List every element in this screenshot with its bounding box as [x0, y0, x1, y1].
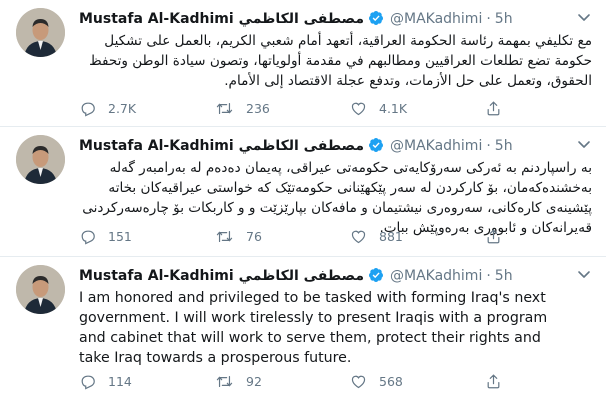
author-handle[interactable]: @MAKadhimi	[390, 11, 482, 27]
reply-button[interactable]: 2.7K	[79, 98, 136, 118]
share-button[interactable]	[485, 371, 514, 391]
reply-button[interactable]: 114	[79, 371, 132, 391]
reply-icon	[81, 102, 95, 117]
verified-badge-icon	[368, 137, 384, 159]
author-name[interactable]: Mustafa Al-Kadhimi مصطفى الكاظمي	[79, 11, 364, 27]
timestamp[interactable]: 5h	[495, 11, 513, 27]
tweet-header: Mustafa Al-Kadhimi مصطفى الكاظمي @MAKadhi…	[79, 136, 596, 156]
author-name[interactable]: Mustafa Al-Kadhimi مصطفى الكاظمي	[79, 138, 364, 154]
share-icon	[487, 229, 500, 243]
like-button[interactable]: 881	[350, 226, 403, 246]
like-icon	[351, 102, 366, 115]
author-handle[interactable]: @MAKadhimi	[390, 268, 482, 284]
retweet-button[interactable]: 236	[215, 98, 270, 118]
tweet-card[interactable]: Mustafa Al-Kadhimi مصطفى الكاظمي @MAKadhi…	[0, 127, 606, 257]
retweet-button[interactable]: 76	[215, 226, 262, 246]
tweet-card[interactable]: Mustafa Al-Kadhimi مصطفى الكاظمي @MAKadhi…	[0, 0, 606, 127]
tweet-header: Mustafa Al-Kadhimi مصطفى الكاظمي @MAKadhi…	[79, 9, 596, 29]
avatar[interactable]	[16, 265, 65, 314]
retweet-icon	[216, 375, 233, 387]
avatar[interactable]	[16, 8, 65, 57]
tweet-header: Mustafa Al-Kadhimi مصطفى الكاظمي @MAKadhi…	[79, 266, 596, 286]
reply-count: 114	[108, 373, 132, 389]
tweet-actions: 114 92 568	[79, 371, 500, 391]
retweet-count: 236	[246, 100, 270, 116]
like-count: 881	[379, 228, 403, 244]
retweet-icon	[216, 102, 233, 114]
separator-dot: ·	[486, 138, 491, 154]
retweet-button[interactable]: 92	[215, 371, 262, 391]
reply-count: 151	[108, 228, 132, 244]
separator-dot: ·	[486, 11, 491, 27]
like-icon	[351, 230, 366, 243]
reply-icon	[81, 375, 95, 390]
retweet-count: 92	[246, 373, 262, 389]
like-button[interactable]: 4.1K	[350, 98, 407, 118]
reply-button[interactable]: 151	[79, 226, 132, 246]
tweet-actions: 2.7K 236 4.1K	[79, 98, 500, 118]
tweet-actions: 151 76 881	[79, 226, 500, 246]
verified-badge-icon	[368, 10, 384, 32]
like-count: 4.1K	[379, 100, 408, 116]
like-button[interactable]: 568	[350, 371, 403, 391]
share-icon	[487, 374, 500, 388]
like-icon	[351, 375, 366, 388]
share-button[interactable]	[485, 98, 514, 118]
chevron-down-icon[interactable]	[576, 136, 592, 156]
retweet-icon	[216, 230, 233, 242]
timestamp[interactable]: 5h	[495, 268, 513, 284]
tweet-card[interactable]: Mustafa Al-Kadhimi مصطفى الكاظمي @MAKadhi…	[0, 257, 606, 401]
tweet-text: I am honored and privileged to be tasked…	[79, 290, 548, 366]
chevron-down-icon[interactable]	[576, 266, 592, 286]
reply-count: 2.7K	[108, 100, 137, 116]
chevron-down-icon[interactable]	[576, 9, 592, 29]
verified-badge-icon	[368, 267, 384, 289]
separator-dot: ·	[486, 268, 491, 284]
share-button[interactable]	[485, 226, 514, 246]
like-count: 568	[379, 373, 403, 389]
retweet-count: 76	[246, 228, 262, 244]
tweet-feed: Mustafa Al-Kadhimi مصطفى الكاظمي @MAKadhi…	[0, 0, 606, 401]
tweet-text: مع تكليفي بمهمة رئاسة الحكومة العراقية، …	[89, 33, 592, 89]
author-name[interactable]: Mustafa Al-Kadhimi مصطفى الكاظمي	[79, 268, 364, 284]
share-icon	[487, 101, 500, 115]
avatar[interactable]	[16, 135, 65, 184]
reply-icon	[81, 230, 95, 245]
author-handle[interactable]: @MAKadhimi	[390, 138, 482, 154]
timestamp[interactable]: 5h	[495, 138, 513, 154]
